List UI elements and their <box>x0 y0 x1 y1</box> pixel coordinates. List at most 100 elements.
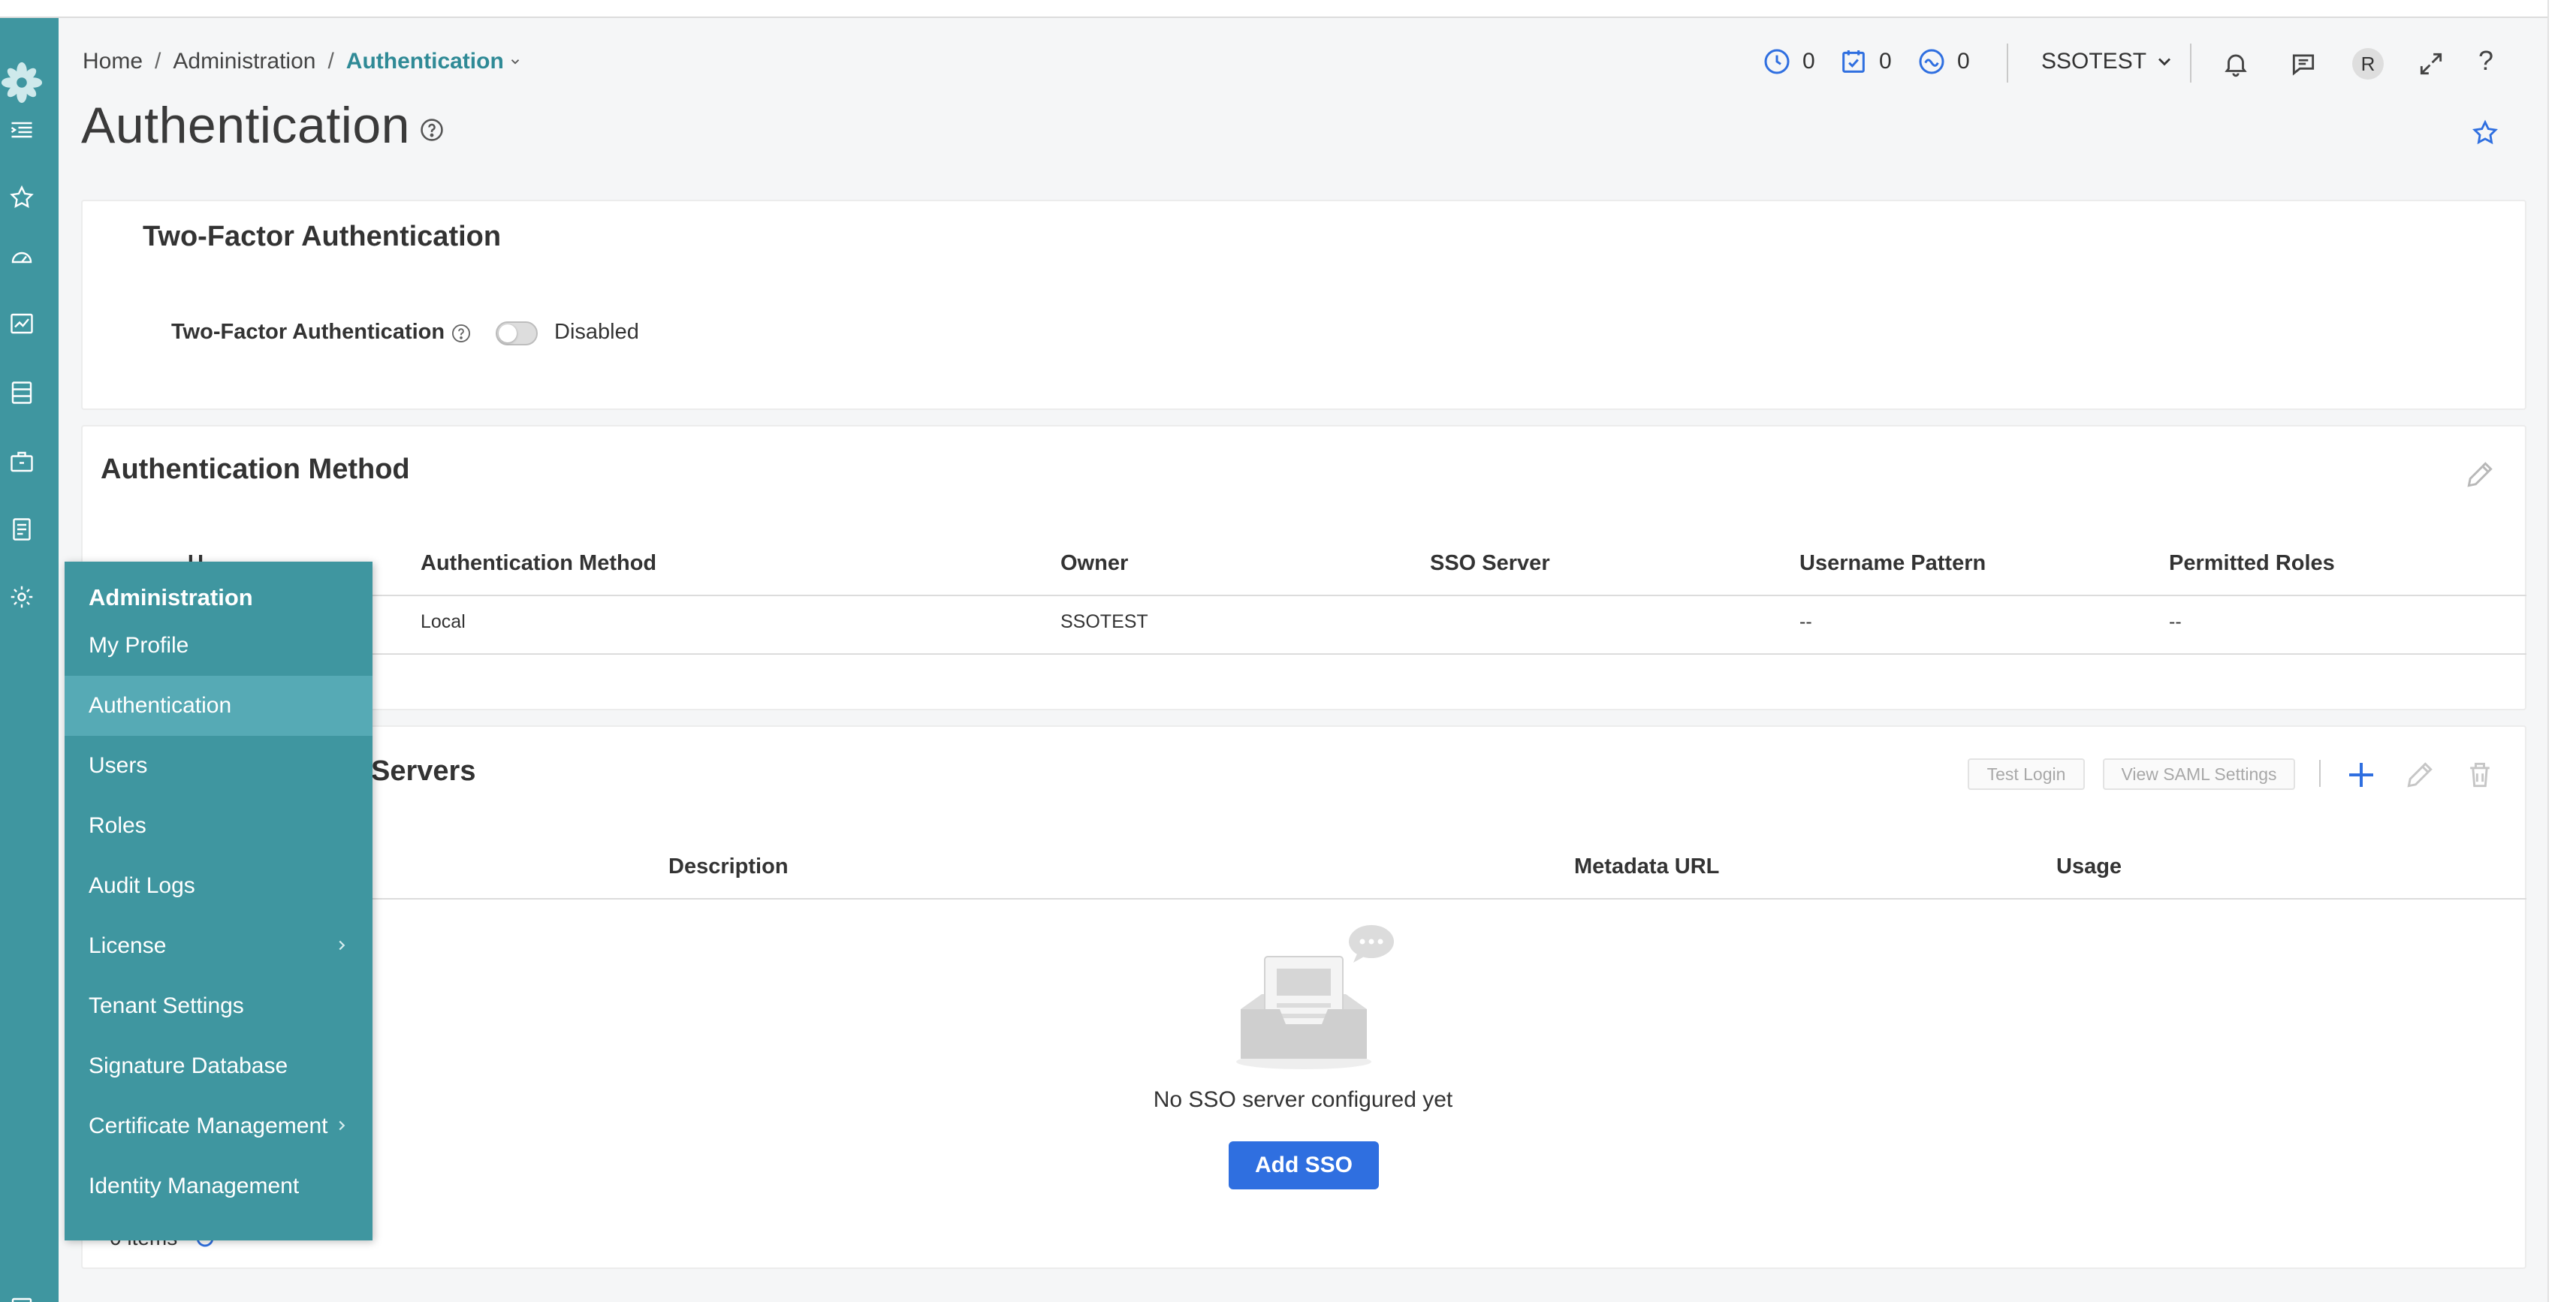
counter-calendar[interactable]: 0 <box>1838 45 1892 78</box>
two-factor-status: Disabled <box>554 320 639 344</box>
menu-item-label: Identity Management <box>89 1174 300 1198</box>
chevron-down-icon <box>2158 58 2171 66</box>
expand-menu-icon[interactable] <box>3 111 41 149</box>
menu-item-users[interactable]: Users <box>65 736 373 796</box>
administration-flyout-menu: Administration My Profile Authentication… <box>65 562 373 1240</box>
window-top-edge <box>0 0 2547 18</box>
dashboard-gauge-icon[interactable] <box>3 239 41 276</box>
header-divider <box>2007 44 2008 83</box>
menu-item-label: Authentication <box>89 693 232 718</box>
column-header[interactable]: SSO Server <box>1430 551 1550 576</box>
empty-state-message: No SSO server configured yet <box>1153 1087 1453 1112</box>
auth-method-title: Authentication Method <box>101 454 410 485</box>
toggle-knob <box>499 324 517 342</box>
menu-item-label: Signature Database <box>89 1053 288 1078</box>
column-header[interactable]: Permitted Roles <box>2169 551 2335 576</box>
calendar-check-icon <box>1842 50 1865 73</box>
two-factor-title: Two-Factor Authentication <box>143 221 502 252</box>
menu-item-license[interactable]: License <box>65 916 373 976</box>
help-circle-icon[interactable] <box>419 117 445 143</box>
menu-item-audit-logs[interactable]: Audit Logs <box>65 856 373 916</box>
menu-item-certificate-management[interactable]: Certificate Management <box>65 1096 373 1156</box>
tenant-selector[interactable]: SSOTEST <box>2041 45 2175 78</box>
column-header[interactable]: Metadata URL <box>1574 854 1719 879</box>
menu-item-label: Users <box>89 753 148 778</box>
sso-servers-title: Servers <box>371 755 476 787</box>
header-divider <box>2190 44 2191 83</box>
edit-pencil-icon[interactable] <box>2403 758 2436 791</box>
toolbar-divider <box>2319 760 2321 787</box>
breadcrumb: Home / Administration / Authentication <box>83 47 522 77</box>
favorite-star-icon[interactable] <box>2471 119 2499 147</box>
left-nav-rail <box>0 18 59 1302</box>
two-factor-card: Two-Factor Authentication Two-Factor Aut… <box>81 200 2526 410</box>
column-header[interactable]: Username Pattern <box>1799 551 1986 576</box>
column-header[interactable]: Authentication Method <box>421 551 656 576</box>
menu-item-signature-database[interactable]: Signature Database <box>65 1036 373 1096</box>
empty-inbox-illustration-icon <box>1236 925 1394 1069</box>
chevron-down-icon[interactable] <box>508 55 522 68</box>
menu-item-roles[interactable]: Roles <box>65 796 373 856</box>
avatar[interactable]: R <box>2352 48 2384 80</box>
menu-item-my-profile[interactable]: My Profile <box>65 616 373 676</box>
delete-trash-icon[interactable] <box>2463 758 2496 791</box>
auth-method-card: Authentication Method U Authentication M… <box>81 425 2526 710</box>
test-login-button[interactable]: Test Login <box>1968 758 2085 790</box>
menu-item-identity-management[interactable]: Identity Management <box>65 1156 373 1216</box>
rail-bottom-icon[interactable] <box>3 1287 41 1302</box>
help-question-icon[interactable]: ? <box>2478 45 2493 77</box>
column-header[interactable]: Description <box>668 854 789 879</box>
column-header[interactable]: Owner <box>1060 551 1128 576</box>
edit-pencil-icon[interactable] <box>2463 458 2496 491</box>
counter-clock[interactable]: 0 <box>1762 45 1815 78</box>
counter-wave[interactable]: 0 <box>1917 45 1970 78</box>
breadcrumb-administration[interactable]: Administration <box>173 49 315 74</box>
breadcrumb-home[interactable]: Home <box>83 49 143 74</box>
messages-icon[interactable] <box>2289 50 2318 78</box>
counter-clock-value: 0 <box>1802 49 1815 74</box>
clock-icon <box>1764 49 1790 74</box>
menu-item-label: Roles <box>89 813 146 838</box>
flyout-heading: Administration <box>89 584 253 610</box>
menu-item-tenant-settings[interactable]: Tenant Settings <box>65 976 373 1036</box>
menu-item-label: My Profile <box>89 633 189 658</box>
menu-item-authentication[interactable]: Authentication <box>65 676 373 736</box>
menu-item-label: License <box>89 933 167 958</box>
favorites-star-icon[interactable] <box>3 179 41 216</box>
menu-item-label: Certificate Management <box>89 1114 328 1138</box>
wave-icon <box>1919 49 1944 74</box>
table-cell: -- <box>1799 611 1812 632</box>
storage-icon[interactable] <box>3 374 41 411</box>
view-saml-settings-button[interactable]: View SAML Settings <box>2103 758 2295 790</box>
chevron-right-icon <box>339 940 345 951</box>
reports-document-icon[interactable] <box>3 511 41 548</box>
fullscreen-expand-icon[interactable] <box>2417 50 2445 78</box>
table-row-rule <box>83 653 2526 655</box>
menu-item-label: Audit Logs <box>89 873 195 898</box>
counter-calendar-value: 0 <box>1879 49 1892 74</box>
breadcrumb-separator: / <box>155 49 161 74</box>
settings-gear-icon[interactable] <box>3 578 41 616</box>
monitoring-chart-icon[interactable] <box>3 305 41 342</box>
table-cell: -- <box>2169 611 2182 632</box>
help-circle-icon[interactable] <box>451 323 472 344</box>
add-sso-button[interactable]: Add SSO <box>1229 1141 1379 1189</box>
menu-item-label: Tenant Settings <box>89 993 244 1018</box>
table-header-rule <box>83 595 2526 596</box>
window-right-edge <box>2547 0 2576 1302</box>
table-header-rule <box>83 898 2526 900</box>
column-header[interactable]: Usage <box>2056 854 2122 879</box>
table-cell: SSOTEST <box>1060 611 1148 632</box>
two-factor-label: Two-Factor Authentication <box>171 320 445 344</box>
add-plus-icon[interactable] <box>2343 757 2379 793</box>
page-title: Authentication <box>81 97 410 154</box>
counter-wave-value: 0 <box>1957 49 1970 74</box>
breadcrumb-current[interactable]: Authentication <box>346 49 504 74</box>
chevron-right-icon <box>339 1120 345 1131</box>
notification-bell-icon[interactable] <box>2222 50 2250 78</box>
toolbox-icon[interactable] <box>3 443 41 481</box>
tenant-name: SSOTEST <box>2041 49 2147 74</box>
two-factor-toggle[interactable] <box>496 321 538 345</box>
breadcrumb-separator: / <box>327 49 334 74</box>
table-cell: Local <box>421 611 466 632</box>
